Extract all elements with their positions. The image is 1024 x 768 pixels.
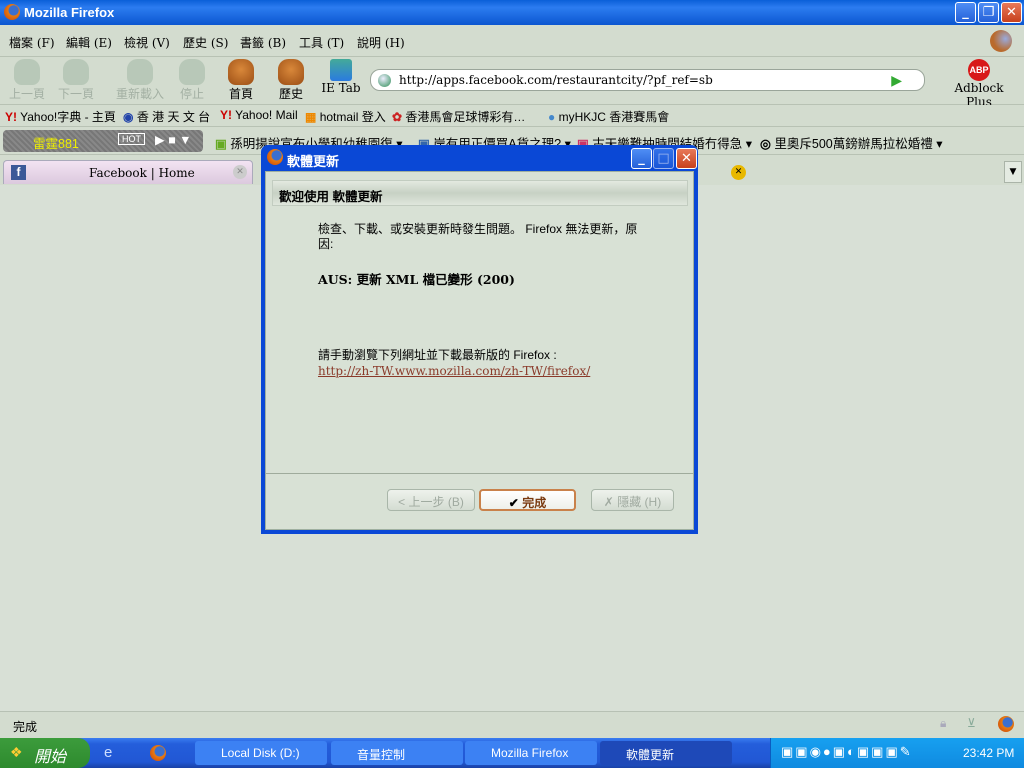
bookmarks-toolbar: Y! Yahoo!字典 - 主頁 ◉ 香 港 天 文 台 Y! Yahoo! M… (0, 105, 1024, 127)
close-button[interactable]: ✕ (1001, 2, 1022, 23)
history-icon (278, 59, 304, 85)
bookmark-yahoo-mail[interactable]: Y! Yahoo! Mail (220, 108, 298, 122)
dialog-close-button[interactable]: ✕ (676, 148, 697, 169)
hide-button: ✗ 隱藏 (H) (591, 489, 674, 511)
error-message: 檢查、下載、或安裝更新時發生問題。 Firefox 無法更新，原因: (318, 222, 638, 251)
menu-help[interactable]: 說明 (H) (357, 34, 405, 51)
menu-view[interactable]: 檢視 (V) (124, 34, 170, 51)
ietab-icon (330, 59, 352, 81)
error-detail: AUS: 更新 XML 檔已變形 (200) (318, 272, 515, 287)
task-mozilla-firefox[interactable]: Mozilla Firefox (465, 741, 597, 765)
bookmark-hko[interactable]: ◉ 香 港 天 文 台 (123, 108, 210, 125)
menu-bookmarks[interactable]: 書籤 (B) (240, 34, 286, 51)
status-bar: 完成 🔒︎ ⊻ (0, 711, 1024, 738)
stop-icon (179, 59, 205, 85)
window-title: Mozilla Firefox (24, 5, 115, 20)
windows-logo-icon: ❖ (10, 744, 23, 760)
software-update-dialog: 軟體更新 _ □ ✕ 歡迎使用 軟體更新 檢查、下載、或安裝更新時發生問題。 F… (261, 145, 698, 534)
reload-icon (127, 59, 153, 85)
task-volume-control[interactable]: 音量控制 (331, 741, 463, 765)
facebook-icon: f (11, 165, 26, 180)
task-local-disk[interactable]: Local Disk (D:) (195, 741, 327, 765)
window-titlebar: Mozilla Firefox _ ❐ ✕ (0, 0, 1024, 25)
dialog-divider (266, 473, 694, 474)
restore-button[interactable]: ❐ (978, 2, 999, 23)
bookmark-myhkjc[interactable]: ● myHKJC 香港賽馬會 (548, 108, 669, 125)
back-icon (14, 59, 40, 85)
close-tab-icon[interactable]: ✕ (731, 165, 746, 180)
home-button[interactable]: 首頁 (219, 59, 263, 102)
stop-button[interactable]: 停止 (170, 59, 214, 102)
play-controls-icon[interactable]: ▶ ■ ▼ (155, 132, 191, 147)
x-icon: ✗ (603, 495, 614, 509)
task-software-update[interactable]: 軟體更新 (600, 741, 732, 765)
back-step-button: < 上一步 (B) (387, 489, 475, 511)
system-tray: ▣▣◉●▣◐▣▣▣✎ 23:42 PM (770, 738, 1024, 768)
lock-icon: 🔒︎ (940, 716, 947, 730)
firefox-icon (267, 149, 283, 165)
menu-bar: 檔案 (F) 編輯 (E) 檢視 (V) 歷史 (S) 書籤 (B) 工具 (T… (0, 25, 1024, 57)
site-icon (378, 74, 391, 87)
menu-tools[interactable]: 工具 (T) (299, 34, 344, 51)
dialog-minimize-button[interactable]: _ (631, 148, 652, 169)
tab-close-icon[interactable]: ✕ (233, 165, 247, 179)
taskbar: ❖ 開始 e Local Disk (D:) 音量控制 Mozilla Firef… (0, 738, 1024, 768)
firefox-status-icon[interactable] (998, 716, 1014, 732)
menu-history[interactable]: 歷史 (S) (183, 34, 228, 51)
history-button[interactable]: 歷史 (269, 59, 313, 102)
dialog-maximize-button: □ (653, 148, 674, 169)
download-icon[interactable]: ⊻ (967, 716, 976, 730)
url-text: http://apps.facebook.com/restaurantcity/… (399, 73, 713, 87)
feed-item[interactable]: ◎ 里奧斥500萬鎊辦馬拉松婚禮 ▾ (760, 133, 943, 152)
bookmark-hkjc-football[interactable]: ✿ 香港馬會足球博彩有… (392, 108, 525, 125)
forward-icon (63, 59, 89, 85)
tab-facebook[interactable]: f Facebook | Home ✕ (3, 160, 253, 184)
start-button[interactable]: ❖ 開始 (0, 738, 90, 768)
ietab-button[interactable]: IE Tab (319, 59, 363, 95)
firefox-quicklaunch-icon[interactable] (150, 745, 166, 761)
home-icon (228, 59, 254, 85)
radio-player[interactable]: 雷霆881 HOT ▶ ■ ▼ (3, 130, 203, 152)
tray-icons[interactable]: ▣▣◉●▣◐▣▣▣✎ (781, 744, 913, 760)
tab-list-button[interactable]: ▼ (1004, 161, 1022, 183)
clock: 23:42 PM (963, 746, 1015, 760)
forward-button[interactable]: 下一頁 (54, 59, 98, 102)
dialog-header: 歡迎使用 軟體更新 (272, 180, 688, 206)
back-button[interactable]: 上一頁 (5, 59, 49, 102)
minimize-button[interactable]: _ (955, 2, 976, 23)
menu-edit[interactable]: 編輯 (E) (66, 34, 112, 51)
bookmark-hotmail[interactable]: ▦ hotmail 登入 (305, 108, 386, 125)
finish-button[interactable]: ✔ 完成 (479, 489, 576, 511)
firefox-icon (4, 4, 20, 20)
check-icon: ✔ (508, 496, 519, 510)
dialog-titlebar: 軟體更新 _ □ ✕ (265, 145, 697, 171)
adblock-button[interactable]: ABP Adblock Plus (945, 59, 1013, 109)
url-bar[interactable]: http://apps.facebook.com/restaurantcity/… (370, 69, 925, 91)
bookmark-yahoo-dict[interactable]: Y! Yahoo!字典 - 主頁 (5, 108, 116, 125)
adblock-icon: ABP (968, 59, 990, 81)
menu-file[interactable]: 檔案 (F) (9, 34, 55, 51)
ie-quicklaunch-icon[interactable]: e (104, 744, 112, 761)
go-icon[interactable]: ▶ (891, 73, 902, 89)
reload-button[interactable]: 重新載入 (112, 59, 168, 102)
throbber-icon (990, 30, 1012, 52)
download-link[interactable]: http://zh-TW.www.mozilla.com/zh-TW/firef… (318, 364, 590, 378)
instruction-text: 請手動瀏覽下列網址並下載最新版的 Firefox : (318, 348, 557, 362)
